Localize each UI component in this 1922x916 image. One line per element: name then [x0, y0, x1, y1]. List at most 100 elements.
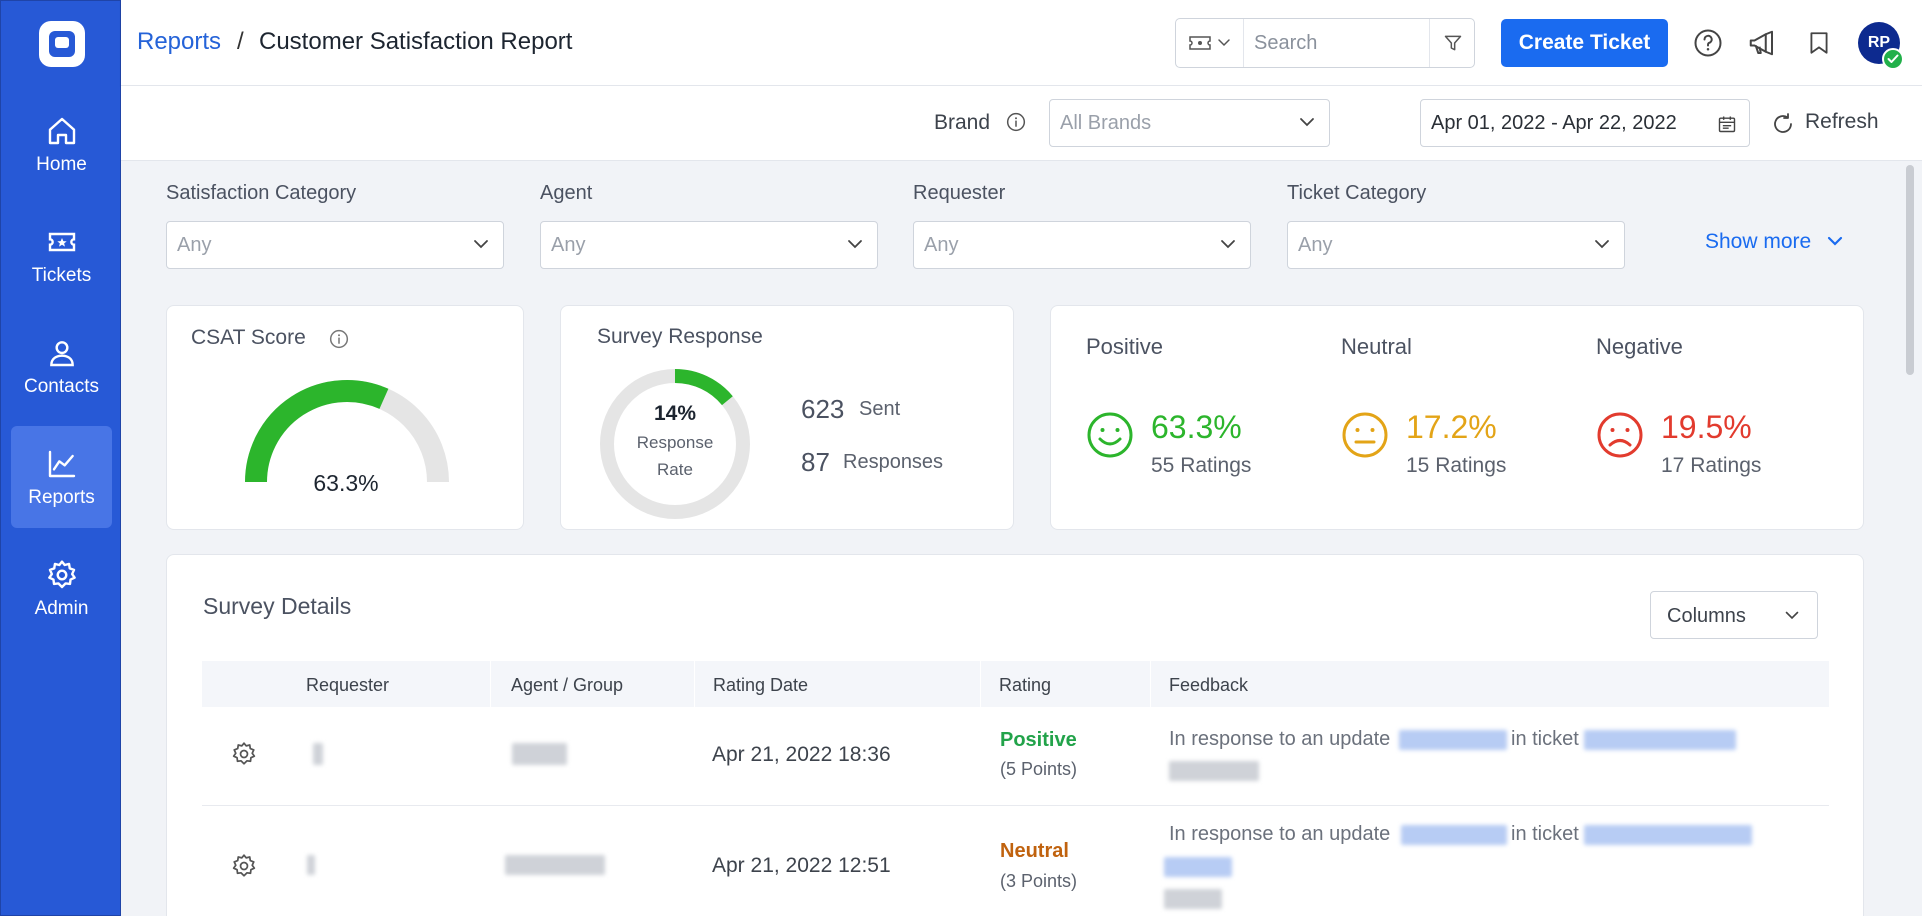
table-header: Requester Agent / Group Rating Date Rati…	[202, 661, 1829, 707]
show-more-label: Show more	[1705, 230, 1812, 253]
feedback-ticket-link[interactable]	[1584, 730, 1736, 750]
sent-count: 623	[801, 394, 845, 424]
neutral-title: Neutral	[1341, 334, 1412, 359]
sidebar-item-label: Home	[36, 154, 87, 175]
chart-icon	[48, 450, 76, 478]
feedback-ticket-link-continued[interactable]	[1164, 857, 1232, 877]
sidebar-item-label: Reports	[28, 487, 95, 508]
user-icon	[50, 341, 74, 367]
column-header-rating[interactable]: Rating	[999, 675, 1051, 696]
columns-button[interactable]: Columns	[1650, 591, 1818, 639]
breadcrumb-reports-link[interactable]: Reports	[137, 28, 221, 56]
select-value: Any	[551, 234, 586, 256]
requester-name-redacted[interactable]	[307, 855, 315, 875]
feedback-text: In response to an update	[1169, 728, 1391, 750]
column-header-agent-group[interactable]: Agent / Group	[511, 675, 623, 696]
column-divider	[490, 661, 491, 707]
filter-label-agent: Agent	[540, 182, 593, 204]
survey-details-title: Survey Details	[203, 593, 352, 619]
search-box	[1175, 18, 1475, 68]
create-ticket-button[interactable]: Create Ticket	[1501, 19, 1668, 67]
chevron-down-icon	[1221, 240, 1235, 249]
satisfaction-category-select[interactable]: Any	[166, 221, 504, 269]
requester-select[interactable]: Any	[913, 221, 1251, 269]
gear-icon[interactable]	[231, 741, 257, 767]
sidebar-item-reports[interactable]: Reports	[11, 426, 112, 528]
requester-name-redacted[interactable]	[313, 743, 323, 765]
survey-response-title: Survey Response	[597, 325, 763, 348]
feedback-text: In response to an update	[1169, 823, 1391, 845]
column-divider	[1150, 661, 1151, 707]
agent-select[interactable]: Any	[540, 221, 878, 269]
response-rate-label-1: Response	[636, 433, 714, 452]
filter-button[interactable]	[1429, 19, 1475, 67]
sidebar-item-label: Admin	[34, 598, 89, 619]
agent-name-redacted[interactable]	[512, 743, 567, 765]
search-type-dropdown[interactable]	[1176, 19, 1244, 67]
ticket-icon	[1189, 36, 1230, 50]
gear-icon[interactable]	[231, 853, 257, 879]
positive-ratings: 55 Ratings	[1151, 454, 1252, 477]
report-toolbar: Brand All Brands Apr 01, 2022 - Apr 22, …	[121, 86, 1922, 161]
gear-icon	[48, 560, 76, 589]
chevron-down-icon	[474, 240, 488, 249]
date-range-picker[interactable]: Apr 01, 2022 - Apr 22, 2022	[1420, 99, 1750, 147]
feedback-update-link[interactable]	[1399, 730, 1507, 750]
breadcrumb-separator: /	[237, 28, 244, 55]
filter-label-ticket-category: Ticket Category	[1287, 182, 1427, 204]
brand-select[interactable]: All Brands	[1049, 99, 1330, 147]
select-value: Any	[924, 234, 959, 256]
search-input[interactable]	[1254, 31, 1404, 55]
sent-label: Sent	[859, 398, 901, 420]
survey-details-panel: Survey Details Columns Requester Agent /…	[166, 554, 1864, 916]
megaphone-icon[interactable]	[1746, 28, 1778, 58]
app-logo[interactable]	[39, 21, 85, 67]
positive-title: Positive	[1086, 334, 1164, 359]
response-rate-value: 14%	[653, 402, 697, 425]
negative-ratings: 17 Ratings	[1661, 454, 1762, 477]
calendar-icon	[1718, 116, 1736, 133]
filter-label-satisfaction-category: Satisfaction Category	[166, 182, 357, 204]
info-icon[interactable]	[329, 329, 349, 349]
rating-label: Neutral	[1000, 840, 1069, 862]
feedback-extra-redacted	[1164, 889, 1222, 909]
column-header-feedback[interactable]: Feedback	[1169, 675, 1248, 696]
refresh-icon[interactable]	[1771, 112, 1795, 136]
agent-name-redacted[interactable]	[505, 855, 605, 875]
sidebar-item-admin[interactable]: Admin	[11, 537, 112, 639]
feedback-ticket-link[interactable]	[1584, 825, 1752, 845]
rating-points: (3 Points)	[1000, 871, 1078, 891]
column-header-requester[interactable]: Requester	[306, 675, 389, 696]
rating-date: Apr 21, 2022 12:51	[712, 854, 891, 877]
chevron-down-icon	[1827, 236, 1843, 246]
csat-score-card: CSAT Score 63.3%	[166, 305, 524, 530]
survey-response-card: Survey Response 14% Response Rate 623 Se…	[560, 305, 1014, 530]
bookmark-icon[interactable]	[1806, 28, 1832, 58]
feedback-text: in ticket	[1511, 728, 1579, 750]
sidebar-item-contacts[interactable]: Contacts	[11, 315, 112, 417]
scrollbar-thumb[interactable]	[1906, 165, 1914, 375]
filter-label-requester: Requester	[913, 182, 1006, 204]
column-header-rating-date[interactable]: Rating Date	[713, 675, 808, 696]
feedback-update-link[interactable]	[1401, 825, 1507, 845]
page-title: Customer Satisfaction Report	[259, 28, 573, 55]
chevron-down-icon	[1300, 118, 1314, 127]
chevron-down-icon	[1595, 240, 1609, 249]
brand-select-value: All Brands	[1060, 112, 1152, 134]
show-more-button[interactable]: Show more	[1705, 230, 1843, 254]
donut-fill	[674, 369, 733, 406]
select-value: Any	[1298, 234, 1333, 256]
help-icon[interactable]	[1693, 28, 1723, 58]
gauge-fill	[245, 380, 389, 483]
refresh-button[interactable]: Refresh	[1805, 110, 1879, 134]
csat-title: CSAT Score	[191, 326, 306, 349]
frown-face-icon	[1597, 412, 1643, 458]
sidebar-item-tickets[interactable]: Tickets	[11, 204, 112, 306]
info-icon[interactable]	[1006, 112, 1026, 132]
sidebar-item-label: Tickets	[31, 265, 92, 286]
ticket-category-select[interactable]: Any	[1287, 221, 1625, 269]
sidebar-item-home[interactable]: Home	[11, 93, 112, 195]
date-range-value: Apr 01, 2022 - Apr 22, 2022	[1431, 112, 1677, 134]
response-rate-label-2: Rate	[657, 460, 693, 479]
neutral-percent: 17.2%	[1406, 409, 1497, 445]
